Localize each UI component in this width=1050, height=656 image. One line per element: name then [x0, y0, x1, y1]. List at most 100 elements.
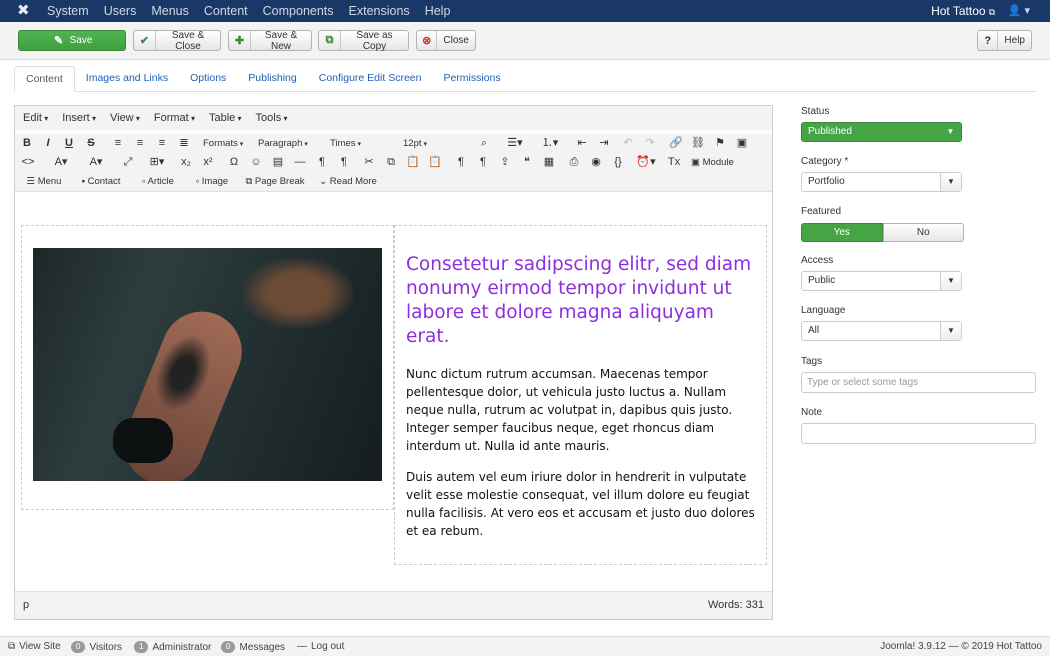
font-size-dropdown[interactable]: 12pt [403, 136, 463, 151]
blockquote-icon[interactable]: ❝ [520, 155, 534, 170]
menu-components[interactable]: Components [263, 0, 334, 22]
insert-article-button[interactable]: ▫ Article [136, 174, 180, 189]
insert-read-more-button[interactable]: ⌄ Read More [317, 174, 379, 189]
table-icon[interactable]: ⊞▾ [145, 155, 169, 170]
tab-images-links[interactable]: Images and Links [75, 66, 179, 92]
administrator-link[interactable]: 1 Administrator [134, 641, 211, 653]
insert-page-break-button[interactable]: ⧉ Page Break [243, 174, 307, 189]
print-icon[interactable]: ⎙ [567, 155, 581, 170]
tab-configure-edit-screen[interactable]: Configure Edit Screen [308, 66, 433, 92]
indent-icon[interactable]: ⇥ [597, 136, 611, 151]
template-icon[interactable]: ▦ [542, 155, 556, 170]
save-button[interactable]: ✎ Save [18, 30, 126, 51]
close-button[interactable]: ⊗ Close [416, 30, 476, 51]
media-icon[interactable]: ▤ [271, 155, 285, 170]
module-button[interactable]: ▣ Module [691, 155, 741, 170]
upload-icon[interactable]: ⇪ [498, 155, 512, 170]
status-select[interactable]: Published ▼ [801, 122, 962, 142]
save-copy-button[interactable]: ⧉ Save as Copy [318, 30, 409, 52]
emoticons-icon[interactable]: ☺ [249, 155, 263, 170]
version-link[interactable]: Joomla! 3.9.12 [880, 641, 946, 652]
fullscreen-icon[interactable]: ⤢ [121, 155, 135, 170]
align-center-icon[interactable]: ≡ [133, 136, 147, 151]
menu-edit[interactable]: Edit [23, 112, 48, 124]
element-path[interactable]: p [23, 599, 29, 611]
horizontal-rule-icon[interactable]: — [293, 155, 307, 170]
joomla-logo-icon[interactable]: ✖ [17, 3, 31, 19]
undo-icon[interactable]: ↶ [621, 136, 635, 151]
numbered-list-icon[interactable]: ⒈▾ [538, 136, 562, 151]
category-select[interactable]: Portfolio ▼ [801, 172, 962, 192]
user-menu-icon[interactable]: 👤 ▾ [1008, 0, 1030, 22]
cut-icon[interactable]: ✂ [362, 155, 376, 170]
insert-menu-button[interactable]: ☰ Menu [23, 174, 65, 189]
menu-menus[interactable]: Menus [151, 0, 189, 22]
rtl-icon[interactable]: ¶ [337, 155, 351, 170]
save-close-button[interactable]: ✔ Save & Close [133, 30, 221, 52]
paste-text-icon[interactable]: 📋 [428, 155, 442, 170]
site-link[interactable]: Hot Tattoo ⧉ [931, 0, 995, 23]
code-icon[interactable]: <> [21, 155, 35, 170]
outdent-icon[interactable]: ⇤ [575, 136, 589, 151]
special-char-icon[interactable]: Ω [227, 155, 241, 170]
access-select[interactable]: Public ▼ [801, 271, 962, 291]
link-icon[interactable]: 🔗 [669, 136, 683, 151]
logout-link[interactable]: — Log out [297, 641, 344, 652]
menu-help[interactable]: Help [425, 0, 451, 22]
menu-system[interactable]: System [47, 0, 89, 22]
ltr-icon[interactable]: ¶ [315, 155, 329, 170]
visitors-link[interactable]: 0 Visitors [71, 641, 122, 653]
table-cell-left[interactable] [21, 225, 394, 510]
align-right-icon[interactable]: ≡ [155, 136, 169, 151]
menu-tools[interactable]: Tools [256, 112, 288, 124]
show-invisibles-icon[interactable]: ¶ [476, 155, 490, 170]
paste-icon[interactable]: 📋 [406, 155, 420, 170]
bold-icon[interactable]: B [21, 136, 33, 151]
save-new-button[interactable]: ✚ Save & New [228, 30, 312, 52]
insert-image-button[interactable]: ▫ Image [190, 174, 234, 189]
insert-contact-button[interactable]: ▪ Contact [76, 174, 126, 189]
underline-icon[interactable]: U [63, 136, 75, 151]
featured-yes-button[interactable]: Yes [801, 223, 883, 242]
formats-dropdown[interactable]: Formats [203, 136, 243, 151]
align-left-icon[interactable]: ≡ [111, 136, 125, 151]
align-justify-icon[interactable]: ≣ [177, 136, 191, 151]
menu-format[interactable]: Format [154, 112, 195, 124]
unlink-icon[interactable]: ⛓ [691, 136, 705, 151]
tab-content[interactable]: Content [14, 66, 75, 92]
text-color-icon[interactable]: A▾ [49, 155, 73, 170]
subscript-icon[interactable]: x₂ [179, 155, 193, 170]
view-site-link[interactable]: ⧉ View Site [8, 641, 61, 652]
code-sample-icon[interactable]: {} [611, 155, 625, 170]
font-family-dropdown[interactable]: Times [330, 136, 392, 151]
messages-link[interactable]: 0 Messages [221, 641, 285, 653]
copy-icon[interactable]: ⧉ [384, 155, 398, 170]
note-input[interactable] [801, 423, 1036, 444]
menu-content[interactable]: Content [204, 0, 248, 22]
language-select[interactable]: All ▼ [801, 321, 962, 341]
find-replace-icon[interactable]: ⌕ [477, 136, 491, 151]
help-button[interactable]: ? Help [977, 30, 1032, 51]
featured-no-button[interactable]: No [882, 223, 964, 242]
clear-format-icon[interactable]: Tx [667, 155, 681, 170]
tab-options[interactable]: Options [179, 66, 237, 92]
menu-extensions[interactable]: Extensions [349, 0, 410, 22]
editor-content-area[interactable]: Consetetur sadipscing elitr, sed diam no… [15, 191, 772, 591]
menu-table[interactable]: Table [209, 112, 242, 124]
show-blocks-icon[interactable]: ¶ [454, 155, 468, 170]
tab-publishing[interactable]: Publishing [237, 66, 307, 92]
strikethrough-icon[interactable]: S [85, 136, 97, 151]
bookmark-icon[interactable]: ⚑ [713, 136, 727, 151]
bullet-list-icon[interactable]: ☰▾ [504, 136, 526, 151]
table-cell-right[interactable]: Consetetur sadipscing elitr, sed diam no… [394, 225, 767, 565]
menu-users[interactable]: Users [104, 0, 137, 22]
image-icon[interactable]: ▣ [735, 136, 749, 151]
superscript-icon[interactable]: x² [201, 155, 215, 170]
background-color-icon[interactable]: A▾ [83, 155, 109, 170]
redo-icon[interactable]: ↷ [643, 136, 657, 151]
italic-icon[interactable]: I [42, 136, 54, 151]
tags-input[interactable]: Type or select some tags [801, 372, 1036, 393]
menu-view[interactable]: View [110, 112, 140, 124]
tab-permissions[interactable]: Permissions [432, 66, 511, 92]
date-time-icon[interactable]: ⏰▾ [633, 155, 659, 170]
